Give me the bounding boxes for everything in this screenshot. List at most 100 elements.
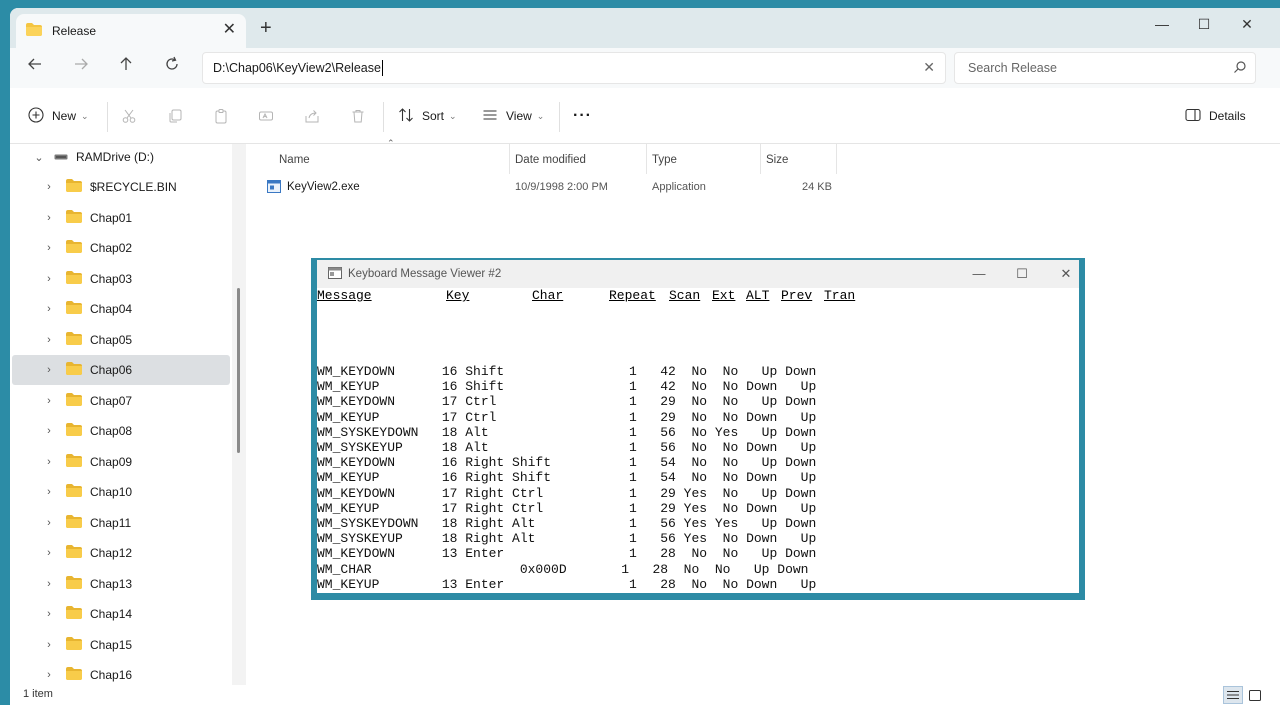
view-button[interactable]: View ⌄: [482, 104, 544, 128]
close-icon[interactable]: ✕: [1225, 12, 1269, 36]
message-line: WM_SYSKEYDOWN 18 Alt 1 56 No Yes Up Down: [317, 424, 817, 440]
message-line: WM_KEYUP 17 Right Ctrl 1 29 Yes No Down …: [317, 500, 817, 516]
tree-item[interactable]: › Chap10: [12, 477, 230, 507]
folder-icon: [66, 209, 82, 226]
chevron-right-icon[interactable]: ›: [42, 456, 56, 468]
chevron-right-icon[interactable]: ›: [42, 425, 56, 437]
chevron-right-icon[interactable]: ›: [42, 273, 56, 285]
chevron-down-icon[interactable]: ⌄: [32, 151, 46, 164]
tree-item[interactable]: › Chap13: [12, 569, 230, 599]
chevron-right-icon[interactable]: ›: [42, 364, 56, 376]
share-icon[interactable]: [301, 106, 323, 126]
new-button[interactable]: New ⌄: [28, 104, 89, 128]
chevron-right-icon[interactable]: ›: [42, 669, 56, 681]
file-row[interactable]: KeyView2.exe 10/9/1998 2:00 PM Applicati…: [256, 177, 836, 199]
chevron-right-icon[interactable]: ›: [42, 303, 56, 315]
search-box[interactable]: [954, 52, 1256, 84]
chevron-down-icon: ⌄: [536, 110, 545, 121]
message-line: WM_KEYDOWN 17 Right Ctrl 1 29 Yes No Up …: [317, 485, 817, 501]
delete-icon[interactable]: [347, 106, 369, 126]
minimize-icon[interactable]: —: [1140, 12, 1184, 36]
close-icon[interactable]: ✕: [1044, 260, 1088, 288]
more-options-button[interactable]: ···: [573, 104, 592, 128]
chevron-right-icon[interactable]: ›: [42, 639, 56, 651]
message-line: WM_KEYUP 16 Right Shift 1 54 No No Down …: [317, 470, 817, 486]
tree-item-label: Chap13: [90, 576, 133, 591]
tree-item[interactable]: › Chap15: [12, 630, 230, 660]
message-line: WM_KEYUP 16 Shift 1 42 No No Down Up: [317, 379, 817, 395]
chevron-right-icon[interactable]: ›: [42, 547, 56, 559]
sort-icon: [398, 107, 414, 126]
tab-release[interactable]: Release ✕: [16, 14, 246, 48]
chevron-right-icon[interactable]: ›: [42, 242, 56, 254]
chevron-right-icon[interactable]: ›: [42, 181, 56, 193]
column-header-name[interactable]: Name: [279, 154, 310, 166]
column-header-size[interactable]: Size: [766, 154, 788, 166]
tree-item[interactable]: › Chap01: [12, 203, 230, 233]
clear-address-icon[interactable]: ✕: [923, 59, 935, 76]
search-icon[interactable]: [1233, 60, 1247, 77]
copy-icon[interactable]: [164, 106, 186, 126]
chevron-right-icon[interactable]: ›: [42, 334, 56, 346]
address-bar[interactable]: D:\Chap06\KeyView2\Release ✕: [202, 52, 946, 84]
tree-item[interactable]: › $RECYCLE.BIN: [12, 172, 230, 202]
forward-icon[interactable]: [69, 56, 93, 80]
tiles-view-toggle-icon[interactable]: [1245, 686, 1265, 704]
message-line: WM_KEYDOWN 16 Right Shift 1 54 No No Up …: [317, 455, 817, 471]
details-button[interactable]: Details: [1185, 104, 1246, 128]
up-icon[interactable]: [114, 56, 138, 80]
paste-icon[interactable]: [210, 106, 232, 126]
refresh-icon[interactable]: [160, 56, 184, 80]
tree-item[interactable]: › Chap03: [12, 264, 230, 294]
tree-item[interactable]: › Chap14: [12, 599, 230, 629]
nav-scrollbar[interactable]: [237, 288, 240, 453]
chevron-right-icon[interactable]: ›: [42, 578, 56, 590]
tree-item[interactable]: › Chap02: [12, 233, 230, 263]
maximize-icon[interactable]: ☐: [1182, 12, 1226, 36]
tree-item[interactable]: › Chap12: [12, 538, 230, 568]
folder-icon: [66, 667, 82, 683]
chevron-right-icon[interactable]: ›: [42, 608, 56, 620]
back-icon[interactable]: [23, 56, 47, 80]
file-size: 24 KB: [802, 181, 832, 193]
tree-item-ramdrive[interactable]: ⌄ RAMDrive (D:): [32, 142, 228, 172]
sort-label: Sort: [422, 109, 445, 123]
folder-icon: [66, 606, 82, 622]
column-header-type[interactable]: Type: [652, 154, 677, 166]
header-key: Key: [446, 288, 470, 303]
more-label: ···: [573, 107, 592, 124]
tree-item-label: Chap09: [90, 454, 133, 469]
chevron-right-icon[interactable]: ›: [42, 212, 56, 224]
tree-item-label: Chap07: [90, 393, 133, 408]
folder-icon: [66, 240, 82, 256]
chevron-right-icon[interactable]: ›: [42, 517, 56, 529]
cut-icon[interactable]: [118, 106, 140, 126]
tree-item[interactable]: › Chap11: [12, 508, 230, 538]
maximize-icon[interactable]: ☐: [1000, 260, 1044, 288]
column-header-date[interactable]: Date modified: [515, 154, 586, 166]
tree-item-label: Chap02: [90, 241, 133, 255]
kmv-client-area: Message Key Char Repeat Scan Ext ALT Pre…: [317, 288, 1079, 593]
tree-item-label: Chap10: [90, 485, 133, 499]
header-char: Char: [532, 288, 564, 303]
plus-circle-icon: [28, 106, 44, 126]
close-tab-icon[interactable]: ✕: [223, 22, 236, 38]
tree-item[interactable]: › Chap09: [12, 447, 230, 477]
tree-item[interactable]: › Chap08: [12, 416, 230, 446]
chevron-right-icon[interactable]: ›: [42, 395, 56, 407]
tree-item[interactable]: › Chap06: [12, 355, 230, 385]
header-message: Message: [317, 288, 372, 303]
kmv-title-bar: Keyboard Message Viewer #2 — ☐ ✕: [317, 260, 1079, 288]
command-bar: New ⌄ Sort ⌄ View ⌄ ··· Details: [10, 88, 1280, 144]
tree-item[interactable]: › Chap04: [12, 294, 230, 324]
chevron-right-icon[interactable]: ›: [42, 486, 56, 498]
tree-item[interactable]: › Chap07: [12, 386, 230, 416]
minimize-icon[interactable]: —: [957, 260, 1001, 288]
rename-icon[interactable]: [255, 106, 277, 126]
search-input[interactable]: [955, 53, 1215, 83]
details-view-toggle-icon[interactable]: [1223, 686, 1243, 704]
tree-item[interactable]: › Chap05: [12, 325, 230, 355]
sort-button[interactable]: Sort ⌄: [398, 104, 457, 128]
tree-item-label: Chap15: [90, 637, 133, 652]
new-tab-icon[interactable]: +: [260, 18, 272, 38]
